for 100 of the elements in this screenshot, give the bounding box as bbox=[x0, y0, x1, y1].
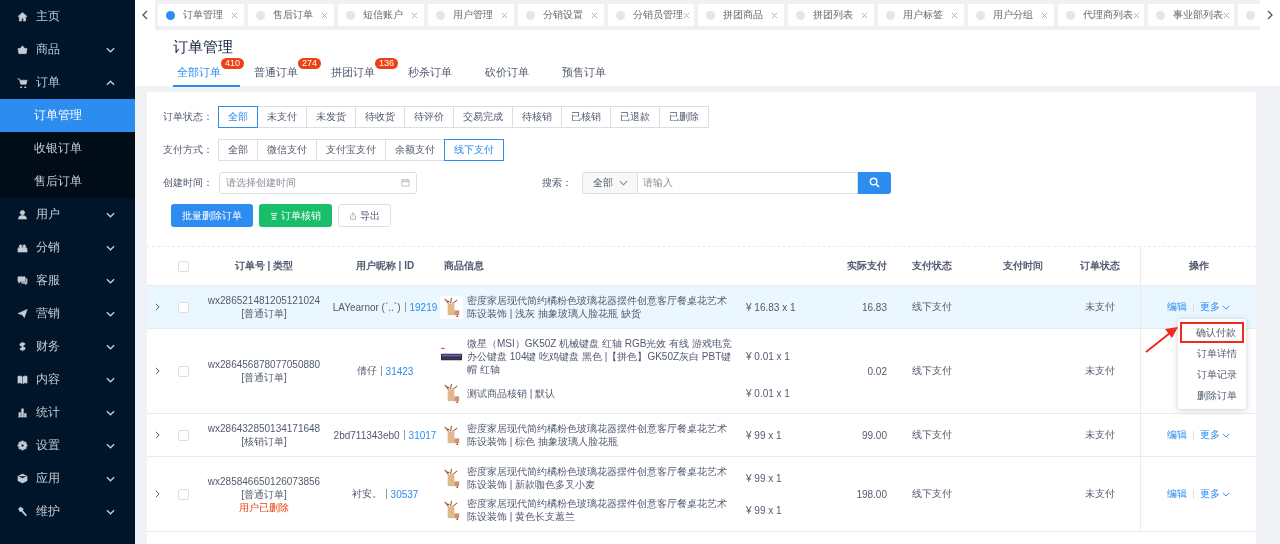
order-status: 未支付 bbox=[1085, 301, 1115, 312]
more-link[interactable]: 更多 bbox=[1200, 487, 1230, 501]
page-tab[interactable]: 分销设置 bbox=[518, 4, 604, 26]
status-option[interactable]: 全部 bbox=[218, 105, 258, 128]
column-header: 订单号 | 类型 bbox=[233, 259, 295, 273]
product-price: ¥ 16.83 x 1 bbox=[745, 301, 797, 313]
payment-option[interactable]: 全部 bbox=[218, 138, 258, 161]
payment-status: 线下支付 bbox=[912, 488, 952, 499]
order-type: [普通订单] bbox=[240, 307, 288, 320]
scope-select[interactable]: 全部 bbox=[582, 171, 638, 194]
user-id: 31423 bbox=[385, 365, 414, 377]
page-tab[interactable]: 拼团列表 bbox=[788, 4, 874, 26]
order-number: wx286521481205121024 bbox=[206, 294, 322, 307]
column-header: 实际支付 bbox=[846, 259, 888, 273]
user-nickname: LAYearnor (ˊ..ˋ) bbox=[332, 301, 401, 313]
sidebar-item[interactable]: 设置 bbox=[0, 429, 135, 462]
order-tab[interactable]: 预售订单 bbox=[558, 63, 625, 87]
sidebar-item[interactable]: 分销 bbox=[0, 231, 135, 264]
column-header: 订单状态 bbox=[1079, 259, 1121, 273]
filter-label: 订单状态： bbox=[163, 109, 214, 124]
count-badge: 274 bbox=[298, 58, 322, 69]
order-note: 用户已删除 bbox=[238, 500, 290, 514]
payment-option[interactable]: 支付宝支付 bbox=[316, 138, 386, 161]
submenu-item[interactable]: 收银订单 bbox=[0, 132, 135, 165]
product-name: 密度家居现代简约橘粉色玻璃花器摆件创意客厅餐桌花艺术陈设装饰 | 棕色 抽象玻璃人脸花瓶 bbox=[467, 422, 728, 448]
sidebar-item[interactable]: 维护 bbox=[0, 495, 135, 528]
status-option[interactable]: 未支付 bbox=[257, 105, 307, 128]
menu-item[interactable]: 删除订单 bbox=[1178, 385, 1246, 406]
status-option[interactable]: 待收货 bbox=[355, 105, 405, 128]
product-price: ¥ 99 x 1 bbox=[745, 429, 783, 441]
page-tab[interactable]: 拼团商品 bbox=[698, 4, 784, 26]
payment-option[interactable]: 余额支付 bbox=[385, 138, 445, 161]
search-field[interactable]: 请输入 bbox=[638, 171, 858, 194]
sidebar-item[interactable]: 内容 bbox=[0, 363, 135, 396]
payment-status: 线下支付 bbox=[912, 365, 952, 376]
product-price: ¥ 99 x 1 bbox=[745, 504, 783, 516]
filter-label: 支付方式： bbox=[163, 142, 214, 157]
user-nickname: 2bd711343eb0 bbox=[333, 429, 400, 441]
sidebar-item[interactable]: 订单 bbox=[0, 66, 135, 99]
status-option[interactable]: 已退款 bbox=[610, 105, 660, 128]
sidebar-item[interactable]: 营销 bbox=[0, 297, 135, 330]
order-status: 未支付 bbox=[1085, 429, 1115, 440]
status-option[interactable]: 待评价 bbox=[404, 105, 454, 128]
payment-option[interactable]: 线下支付 bbox=[444, 138, 504, 161]
paid-amount: 198.00 bbox=[856, 488, 887, 500]
user-nickname: 衬安。 bbox=[351, 487, 382, 501]
sidebar-item[interactable]: 客服 bbox=[0, 264, 135, 297]
sidebar-item[interactable]: 用户 bbox=[0, 198, 135, 231]
product-price: ¥ 0.01 x 1 bbox=[745, 388, 791, 399]
column-header: 支付状态 bbox=[911, 259, 953, 273]
product-name: 微星（MSI）GK50Z 机械键盘 红轴 RGB光效 有线 游戏电竞办公键盘 104键 吃鸡键盘 黑色 |【拼色】GK50Z灰白 PBT键帽 红轴 bbox=[467, 337, 734, 376]
page-tab[interactable]: 用户分组 bbox=[968, 4, 1054, 26]
order-type: [核销订单] bbox=[240, 435, 288, 448]
sidebar-item[interactable]: 主页 bbox=[0, 0, 135, 33]
product-price: ¥ 99 x 1 bbox=[745, 472, 783, 484]
more-link[interactable]: 更多 bbox=[1200, 428, 1230, 442]
page-tab[interactable]: 订单管理 bbox=[158, 4, 244, 26]
sidebar-item[interactable]: 财务 bbox=[0, 330, 135, 363]
menu-item[interactable]: 订单记录 bbox=[1178, 364, 1246, 385]
count-badge: 136 bbox=[375, 58, 399, 69]
user-id: 19219 bbox=[409, 301, 438, 313]
page-tab[interactable]: 代理商列表 bbox=[1058, 4, 1144, 26]
paid-amount: 99.00 bbox=[861, 429, 887, 441]
user-nickname: 倩仔 bbox=[356, 364, 377, 378]
column-header: 用户昵称 | ID bbox=[354, 259, 416, 273]
sidebar-item[interactable]: 统计 bbox=[0, 396, 135, 429]
order-status: 未支付 bbox=[1085, 488, 1115, 499]
page-tab[interactable]: 用户标签 bbox=[878, 4, 964, 26]
status-option[interactable]: 已删除 bbox=[659, 105, 709, 128]
order-type: [普通订单] bbox=[240, 371, 288, 384]
order-tab[interactable]: 秒杀订单 bbox=[404, 63, 471, 87]
status-option[interactable]: 待核销 bbox=[512, 105, 562, 128]
page-tab[interactable]: 事业部列表 bbox=[1148, 4, 1234, 26]
payment-status: 线下支付 bbox=[912, 301, 952, 312]
edit-link[interactable]: 编辑 bbox=[1167, 487, 1187, 501]
status-option[interactable]: 已核销 bbox=[561, 105, 611, 128]
page-tab[interactable]: 短信账户 bbox=[338, 4, 424, 26]
menu-item[interactable]: 确认付款 bbox=[1180, 322, 1244, 343]
submenu-item[interactable]: 售后订单 bbox=[0, 165, 135, 198]
order-tab[interactable]: 砍价订单 bbox=[481, 63, 548, 87]
product-price: ¥ 0.01 x 1 bbox=[745, 351, 791, 362]
order-number: wx286456878077050880 bbox=[206, 358, 322, 371]
product-name: 密度家居现代简约橘粉色玻璃花器摆件创意客厅餐桌花艺术陈设装饰 | 黄色长支蕙兰 bbox=[467, 497, 728, 523]
page-tab[interactable]: 用户管理 bbox=[428, 4, 514, 26]
count-badge: 410 bbox=[221, 58, 245, 69]
page-tab[interactable]: 售后订单 bbox=[248, 4, 334, 26]
date-field[interactable]: 请选择创建时间 bbox=[219, 171, 417, 194]
sidebar-item[interactable]: 应用 bbox=[0, 462, 135, 495]
payment-status: 线下支付 bbox=[912, 429, 952, 440]
sidebar-item[interactable]: 商品 bbox=[0, 33, 135, 66]
status-option[interactable]: 未发货 bbox=[306, 105, 356, 128]
edit-link[interactable]: 编辑 bbox=[1167, 428, 1187, 442]
payment-option[interactable]: 微信支付 bbox=[257, 138, 317, 161]
filter-label: 创建时间： bbox=[163, 175, 214, 190]
paid-amount: 16.83 bbox=[861, 301, 887, 313]
status-option[interactable]: 交易完成 bbox=[453, 105, 513, 128]
order-type: [普通订单] bbox=[240, 487, 288, 501]
page-tab[interactable]: 分销员管理 bbox=[608, 4, 694, 26]
menu-item[interactable]: 订单详情 bbox=[1178, 343, 1246, 364]
export-button[interactable]: 导出 bbox=[338, 204, 391, 227]
